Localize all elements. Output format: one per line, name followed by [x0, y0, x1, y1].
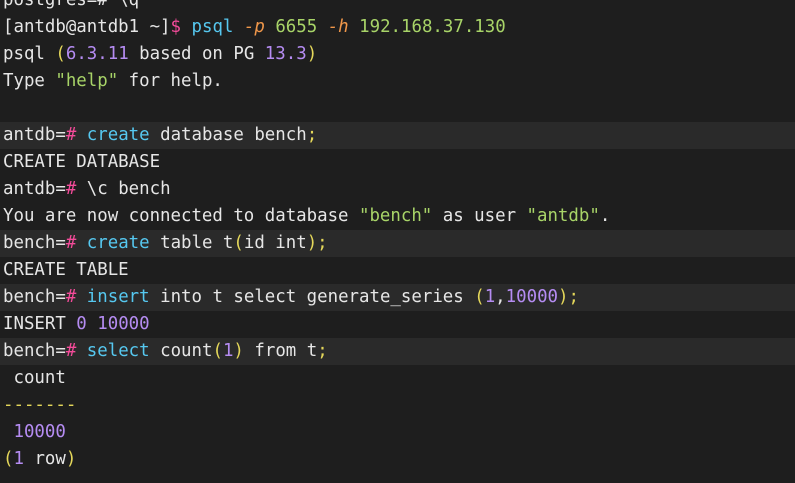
- terminal-text-segment: \c bench: [76, 179, 171, 199]
- terminal-line: antdb=# create database bench;: [0, 122, 795, 149]
- terminal-text-segment: bench=: [3, 341, 66, 361]
- terminal-text-segment: ,: [495, 287, 506, 307]
- terminal-text-segment: (: [474, 287, 485, 307]
- terminal-text-segment: database bench: [149, 125, 307, 145]
- terminal-text-segment: 10000: [13, 422, 66, 442]
- terminal-line: (1 row): [3, 446, 795, 473]
- terminal-text-segment: based on PG: [128, 44, 265, 64]
- terminal-text-segment: #: [65, 233, 77, 253]
- terminal-text-segment: "bench": [358, 206, 433, 226]
- terminal-line: 10000: [3, 419, 795, 446]
- terminal-line: psql (6.3.11 based on PG 13.3): [3, 41, 795, 68]
- terminal-line: count: [3, 365, 795, 392]
- terminal-text-segment: id int: [243, 233, 307, 253]
- terminal-text-segment: psql: [3, 44, 56, 64]
- terminal-text-segment: create: [86, 233, 150, 253]
- terminal-text-segment: antdb=: [3, 125, 66, 145]
- terminal-text-segment: table t: [149, 233, 234, 253]
- terminal-text-segment: "help": [55, 71, 119, 91]
- terminal-text-segment: (: [3, 449, 14, 469]
- terminal-text-segment: "antdb": [526, 206, 600, 226]
- terminal-text-segment: (: [212, 341, 223, 361]
- terminal-text-segment: for help.: [118, 71, 223, 91]
- terminal-text-segment: 0: [76, 314, 87, 334]
- terminal-line: [antdb@antdb1 ~]$ psql -p 6655 -h 192.16…: [3, 14, 795, 41]
- terminal-text-segment: 1: [222, 341, 234, 361]
- terminal-text-segment: 6.3.11: [65, 44, 129, 64]
- terminal-text-segment: (: [233, 233, 244, 253]
- terminal-line: bench=# create table t(id int);: [0, 230, 795, 257]
- terminal-line: bench=# insert into t select generate_se…: [0, 284, 795, 311]
- terminal-text-segment: );: [558, 287, 579, 307]
- terminal-text-segment: (: [55, 44, 66, 64]
- terminal-line: bench=# select count(1) from t;: [0, 338, 795, 365]
- terminal-text-segment: 1: [484, 287, 496, 307]
- terminal-text-segment: -h: [327, 17, 349, 37]
- terminal-line: INSERT 0 10000: [3, 311, 795, 338]
- terminal-line: -------: [3, 392, 795, 419]
- terminal-text-segment: CREATE DATABASE: [3, 152, 161, 172]
- terminal-line: CREATE DATABASE: [3, 149, 795, 176]
- terminal-text-segment: create: [86, 125, 150, 145]
- terminal-text-segment: ): [65, 449, 77, 469]
- terminal-text-segment: #: [65, 287, 77, 307]
- terminal-text-segment: [antdb@antdb1 ~]: [3, 17, 171, 37]
- terminal-text-segment: as user: [432, 206, 527, 226]
- terminal-line: postgres=# \q: [3, 0, 795, 14]
- terminal-text-segment: .: [599, 206, 611, 226]
- terminal-text-segment: count: [3, 368, 66, 388]
- terminal-text-segment: insert: [86, 287, 150, 307]
- terminal-text-segment: postgres=# \q: [3, 0, 140, 10]
- terminal-text-segment: into t select generate_series: [149, 287, 475, 307]
- terminal-text-segment: );: [306, 233, 328, 253]
- terminal-text-segment: ): [233, 341, 244, 361]
- terminal-text-segment: row: [23, 449, 66, 469]
- terminal-text-segment: ;: [306, 125, 318, 145]
- terminal-text-segment: antdb=: [3, 179, 66, 199]
- terminal-text-segment: $: [170, 17, 182, 37]
- terminal-text-segment: count: [149, 341, 213, 361]
- terminal-text-segment: Type: [3, 71, 56, 91]
- terminal-text-segment: -p: [243, 17, 265, 37]
- terminal-text-segment: You are now connected to database: [3, 206, 359, 226]
- terminal-text-segment: INSERT: [3, 314, 77, 334]
- terminal-text-segment: -------: [3, 395, 77, 415]
- terminal-text-segment: ;: [317, 341, 328, 361]
- terminal-text-segment: 10000: [97, 314, 150, 334]
- terminal-text-segment: 13.3: [264, 44, 307, 64]
- terminal-line: Type "help" for help.: [3, 68, 795, 95]
- terminal-text-segment: select: [86, 341, 150, 361]
- terminal-output[interactable]: postgres=# \q [antdb@antdb1 ~]$ psql -p 6…: [0, 0, 795, 483]
- terminal-text-segment: #: [65, 125, 77, 145]
- terminal-text-segment: from t: [243, 341, 318, 361]
- terminal-line: antdb=# \c bench: [3, 176, 795, 203]
- terminal-text-segment: 192.168.37.130: [359, 17, 506, 37]
- terminal-text-segment: 10000: [505, 287, 559, 307]
- terminal-text-segment: bench=: [3, 287, 66, 307]
- terminal-text-segment: #: [65, 341, 77, 361]
- terminal-text-segment: bench=: [3, 233, 66, 253]
- terminal-text-segment: 6655: [275, 17, 318, 37]
- terminal-text-segment: 1: [13, 449, 24, 469]
- terminal-text-segment: CREATE TABLE: [3, 260, 129, 280]
- terminal-text-segment: psql: [191, 17, 234, 37]
- terminal-text-segment: #: [65, 179, 77, 199]
- terminal-text-segment: ): [306, 44, 318, 64]
- terminal-line: CREATE TABLE: [3, 257, 795, 284]
- terminal-line: You are now connected to database "bench…: [3, 203, 795, 230]
